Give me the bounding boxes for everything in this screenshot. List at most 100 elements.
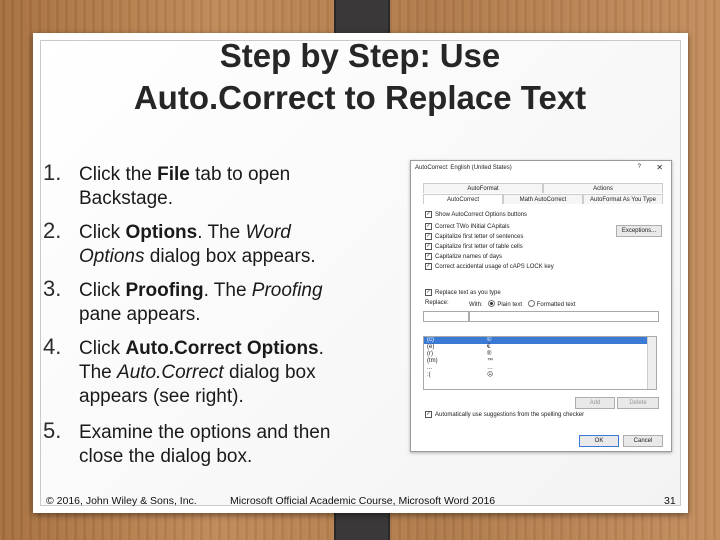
radio-plain-icon[interactable]: [488, 300, 496, 307]
step-number: 1.: [43, 160, 62, 185]
checkbox-icon: ✓: [425, 233, 432, 240]
checkbox-icon: ✓: [425, 223, 432, 230]
step-number: 2.: [43, 218, 62, 243]
step-text: dialog box: [223, 362, 316, 383]
radio-formatted-icon[interactable]: [527, 300, 535, 307]
radio-plain-label: Plain text: [497, 302, 523, 308]
check-label: Correct accidental usage of cAPS LOCK ke…: [435, 263, 554, 270]
check-label: Capitalize names of days: [435, 253, 503, 260]
list-item[interactable]: (r) ®: [424, 351, 656, 358]
check-two-initial-caps[interactable]: ✓ Correct TWo INitial CApitals: [425, 223, 509, 230]
replacement-list[interactable]: (c) © (e) € (r) ® (tm) ™ ... … :(☹: [423, 336, 657, 390]
list-item[interactable]: (tm) ™: [424, 358, 656, 365]
tab-autoformat[interactable]: AutoFormat: [423, 183, 543, 193]
add-button[interactable]: Add: [575, 397, 615, 409]
step-3: 3. Click Proofing. The Proofing pane app…: [43, 276, 383, 337]
list-key: ...: [427, 365, 433, 371]
step-italic: Auto.Correct: [117, 362, 224, 383]
tab-math-autocorrect[interactable]: Math AutoCorrect: [503, 194, 583, 204]
steps-list: 1. Click the File tab to open Backstage.…: [43, 160, 383, 469]
step-text: Backstage.: [79, 188, 173, 209]
check-auto-suggest[interactable]: ✓ Automatically use suggestions from the …: [425, 411, 584, 418]
dialog-title: AutoCorrect: English (United States): [415, 165, 512, 171]
dialog-titlebar: AutoCorrect: English (United States) ? ✕: [411, 161, 671, 175]
tab-actions[interactable]: Actions: [543, 183, 663, 193]
cancel-button[interactable]: Cancel: [623, 435, 663, 447]
tab-autocorrect[interactable]: AutoCorrect: [423, 194, 503, 204]
step-bold: Options: [125, 222, 198, 243]
list-key: (e): [427, 344, 435, 350]
step-number: 3.: [43, 276, 62, 301]
checkbox-icon: ✓: [425, 411, 432, 418]
tab-autoformat-as-you-type[interactable]: AutoFormat As You Type: [583, 194, 663, 204]
step-text: . The: [197, 222, 246, 243]
checkbox-icon: ✓: [425, 289, 432, 296]
replace-input[interactable]: [423, 311, 469, 322]
autocorrect-dialog: AutoCorrect: English (United States) ? ✕…: [410, 160, 672, 452]
list-item[interactable]: :(☹: [424, 372, 656, 379]
ok-button[interactable]: OK: [579, 435, 619, 447]
step-number: 4.: [43, 334, 62, 359]
step-text: Click: [79, 280, 126, 301]
exceptions-button[interactable]: Exceptions...: [616, 225, 662, 237]
list-value: ©: [487, 337, 492, 343]
step-text: Click: [79, 222, 126, 243]
step-text: close the dialog box.: [79, 446, 253, 467]
list-key: (c): [427, 337, 434, 343]
check-capitalize-days[interactable]: ✓ Capitalize names of days: [425, 253, 502, 260]
with-row: With: Plain text Formatted text: [469, 300, 575, 308]
list-key: :(: [427, 372, 431, 378]
with-input[interactable]: [469, 311, 659, 322]
step-italic: Proofing: [251, 280, 323, 301]
slide-title: Step by Step: Use Auto.Correct to Replac…: [40, 35, 680, 119]
list-item[interactable]: (c) ©: [424, 337, 656, 344]
checkbox-icon: ✓: [425, 211, 432, 218]
check-caps-lock[interactable]: ✓ Correct accidental usage of cAPS LOCK k…: [425, 263, 554, 270]
step-number: 5.: [43, 418, 62, 443]
step-text: Click the: [79, 164, 158, 185]
check-capitalize-sentences[interactable]: ✓ Capitalize first letter of sentences: [425, 233, 523, 240]
footer-course: Microsoft Official Academic Course, Micr…: [230, 495, 496, 507]
dialog-tabs-bottom: AutoCorrect Math AutoCorrect AutoFormat …: [423, 194, 663, 204]
step-5: 5. Examine the options and then close th…: [43, 418, 383, 469]
step-text: tab to open: [189, 164, 291, 185]
step-text: appears (see right).: [79, 386, 244, 407]
list-item[interactable]: (e) €: [424, 344, 656, 351]
step-text: .: [318, 338, 324, 359]
footer-page-number: 31: [664, 495, 676, 507]
close-icon[interactable]: ✕: [656, 163, 663, 172]
list-key: (r): [427, 351, 433, 357]
check-replace-text[interactable]: ✓ Replace text as you type: [425, 289, 501, 296]
checkbox-icon: ✓: [425, 253, 432, 260]
list-item[interactable]: ... …: [424, 365, 656, 372]
step-italic: Options: [79, 246, 145, 267]
step-4: 4. Click Auto.Correct Options. The Auto.…: [43, 334, 383, 421]
list-scrollbar[interactable]: [647, 337, 656, 389]
check-label: Capitalize first letter of table cells: [435, 243, 523, 250]
step-text: Click: [79, 338, 126, 359]
step-bold: File: [157, 164, 190, 185]
check-label: Replace text as you type: [435, 289, 501, 296]
check-capitalize-table-cells[interactable]: ✓ Capitalize first letter of table cells: [425, 243, 523, 250]
list-value: …: [487, 365, 493, 371]
replace-label: Replace:: [425, 300, 449, 306]
check-show-buttons[interactable]: ✓ Show AutoCorrect Options buttons: [425, 211, 527, 218]
step-italic: Word: [245, 222, 291, 243]
step-bold: Auto.Correct Options: [125, 338, 319, 359]
step-text: Examine the options and then: [79, 422, 331, 443]
step-2: 2. Click Options. The Word Options dialo…: [43, 218, 383, 279]
binder-strap-bottom: [334, 512, 390, 540]
step-bold: Proofing: [125, 280, 204, 301]
title-line-2: Auto.Correct to Replace Text: [133, 79, 587, 116]
checkbox-icon: ✓: [425, 243, 432, 250]
check-label: Automatically use suggestions from the s…: [435, 411, 585, 418]
help-icon[interactable]: ?: [638, 164, 641, 170]
list-value: ®: [487, 351, 492, 357]
delete-button[interactable]: Delete: [617, 397, 659, 409]
check-label: Show AutoCorrect Options buttons: [435, 211, 528, 218]
check-label: Correct TWo INitial CApitals: [435, 223, 510, 230]
footer-copyright: © 2016, John Wiley & Sons, Inc.: [46, 495, 197, 507]
radio-formatted-label: Formatted text: [536, 302, 576, 308]
with-label: With:: [469, 302, 483, 308]
title-line-1: Step by Step: Use: [219, 37, 501, 74]
